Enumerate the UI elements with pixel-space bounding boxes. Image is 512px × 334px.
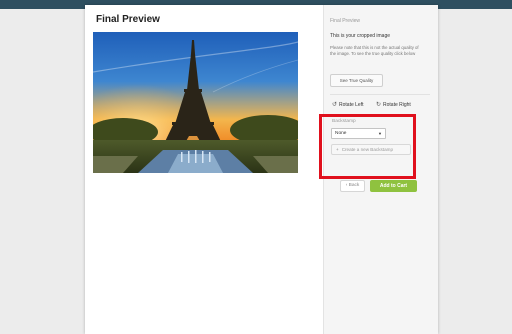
rotate-left-button[interactable]: ↺ Rotate Left <box>332 101 364 109</box>
cropped-image-preview <box>93 32 298 173</box>
back-button[interactable]: ‹ Back <box>340 180 365 192</box>
back-chevron-icon: ‹ <box>345 183 348 188</box>
preview-modal: ✕ Final Preview <box>85 5 438 334</box>
rotate-right-button[interactable]: ↻ Rotate Right <box>376 101 411 109</box>
cropped-image-text: This is your cropped image <box>330 33 391 39</box>
rotate-left-icon: ↺ <box>332 102 338 108</box>
rotate-right-icon: ↻ <box>376 102 382 108</box>
back-label: Back <box>348 183 360 188</box>
add-to-cart-button[interactable]: Add to Cart <box>370 180 417 192</box>
quality-note: Please note that this is not the actual … <box>330 45 419 56</box>
eiffel-tower-photo <box>93 32 298 173</box>
panel-heading: Final Preview <box>330 18 361 24</box>
modal-title: Final Preview <box>96 14 160 25</box>
rotate-right-label: Rotate Right <box>383 102 411 108</box>
divider <box>330 94 430 95</box>
backdrop-left <box>0 9 85 334</box>
backstamp-highlight-box <box>319 114 416 179</box>
backdrop-right <box>438 9 512 334</box>
rotate-left-label: Rotate Left <box>339 102 364 108</box>
see-true-quality-button[interactable]: See True Quality <box>330 74 383 87</box>
